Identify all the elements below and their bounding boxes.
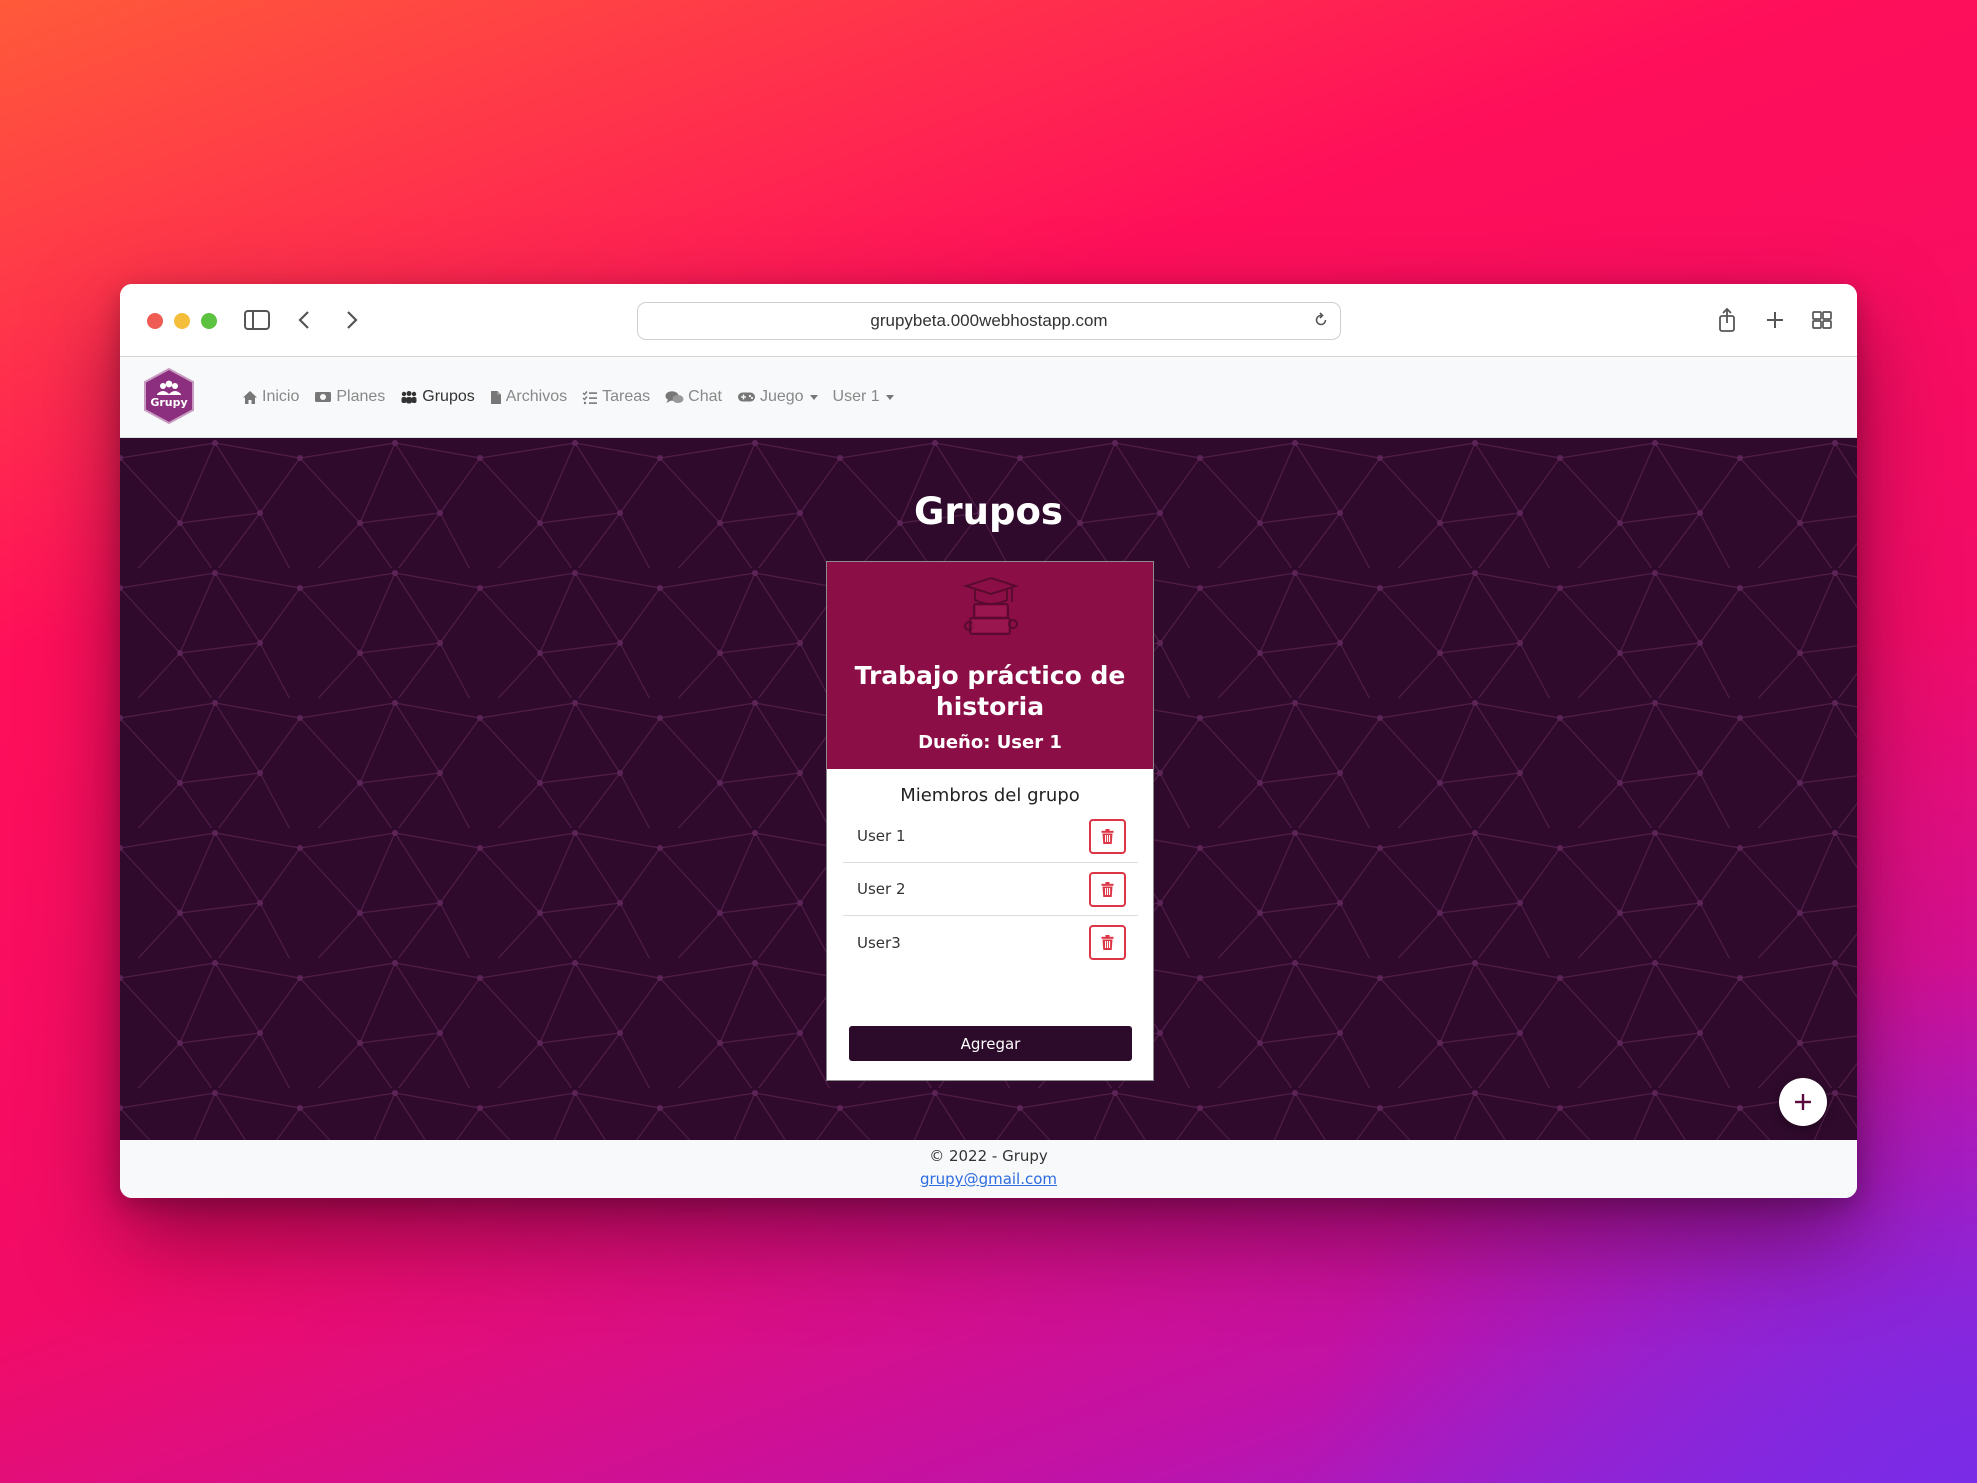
nav-item-label: Archivos — [505, 388, 568, 405]
trash-icon — [1101, 881, 1114, 897]
site-navbar: Grupy Inicio Planes Grupos Archivos Tare… — [120, 357, 1857, 438]
member-row: User 1 — [843, 810, 1138, 863]
copyright-text: © 2022 - Grupy — [929, 1147, 1048, 1165]
back-icon[interactable] — [294, 306, 314, 334]
address-bar[interactable]: grupybeta.000webhostapp.com — [637, 302, 1341, 340]
reload-icon[interactable] — [1312, 311, 1330, 329]
nav-item-tareas[interactable]: Tareas — [582, 388, 650, 406]
delete-member-button[interactable] — [1089, 818, 1126, 854]
forward-icon[interactable] — [342, 306, 362, 334]
chevron-down-icon — [885, 394, 894, 400]
minimize-window-button[interactable] — [174, 313, 190, 329]
chevron-down-icon — [809, 394, 818, 400]
chat-icon — [665, 390, 684, 403]
new-tab-icon[interactable] — [1763, 306, 1787, 334]
trash-icon — [1101, 828, 1114, 844]
sidebar-toggle-icon[interactable] — [244, 306, 270, 334]
delete-member-button[interactable] — [1089, 925, 1126, 960]
site-footer: © 2022 - Grupy grupy@gmail.com — [120, 1140, 1857, 1198]
nav-item-label: Juego — [759, 388, 804, 405]
brand-name: Grupy — [150, 396, 187, 409]
members-heading: Miembros del grupo — [900, 785, 1080, 806]
gamepad-icon — [737, 392, 755, 402]
add-member-button[interactable]: Agregar — [849, 1026, 1132, 1061]
nav-item-label: Grupos — [422, 388, 475, 405]
nav-item-archivos[interactable]: Archivos — [490, 388, 567, 406]
tab-overview-icon[interactable] — [1810, 306, 1834, 334]
main-content: Grupos Trabajo práctico de historia Dueñ… — [120, 438, 1857, 1140]
member-row: User3 — [843, 916, 1138, 969]
trash-icon — [1101, 935, 1114, 950]
tasks-icon — [582, 390, 598, 404]
nav-item-label: Inicio — [262, 388, 300, 405]
member-row: User 2 — [843, 863, 1138, 916]
browser-window: grupybeta.000webhostapp.com Grupy Inicio… — [120, 284, 1857, 1198]
nav-item-chat[interactable]: Chat — [665, 388, 722, 406]
member-name: User3 — [857, 933, 901, 952]
url-text: grupybeta.000webhostapp.com — [870, 311, 1108, 330]
nav-item-label: Planes — [336, 388, 386, 405]
member-name: User 2 — [857, 880, 906, 898]
nav-item-inicio[interactable]: Inicio — [242, 388, 299, 406]
page-title: Grupos — [914, 490, 1063, 533]
group-title: Trabajo práctico de historia — [854, 661, 1126, 721]
plus-icon — [1795, 1094, 1811, 1110]
browser-toolbar: grupybeta.000webhostapp.com — [120, 284, 1857, 357]
group-card-header: Trabajo práctico de historia Dueño: User… — [827, 562, 1153, 769]
close-window-button[interactable] — [147, 313, 163, 329]
file-icon — [490, 390, 501, 404]
group-owner: Dueño: User 1 — [918, 732, 1062, 753]
maximize-window-button[interactable] — [201, 313, 217, 329]
nav-item-grupos[interactable]: Grupos — [400, 388, 475, 406]
nav-item-label: Tareas — [602, 388, 651, 405]
nav-item-juego[interactable]: Juego — [737, 388, 818, 406]
delete-member-button[interactable] — [1089, 871, 1126, 907]
grupy-logo[interactable]: Grupy — [142, 367, 196, 425]
contact-email-link[interactable]: grupy@gmail.com — [120, 1170, 1857, 1188]
money-icon — [315, 392, 332, 402]
member-name: User 1 — [857, 827, 906, 845]
main-nav: Inicio Planes Grupos Archivos Tareas Cha… — [242, 357, 909, 437]
users-icon — [401, 391, 417, 404]
share-icon[interactable] — [1715, 306, 1739, 334]
nav-item-label: User 1 — [832, 388, 880, 405]
nav-item-label: Chat — [688, 388, 722, 405]
nav-item-planes[interactable]: Planes — [314, 388, 385, 406]
study-group-icon — [962, 576, 1020, 635]
create-group-button[interactable] — [1779, 1078, 1827, 1126]
home-icon — [243, 390, 257, 404]
group-card: Trabajo práctico de historia Dueño: User… — [826, 561, 1154, 1081]
nav-item-user-menu[interactable]: User 1 — [833, 388, 894, 406]
